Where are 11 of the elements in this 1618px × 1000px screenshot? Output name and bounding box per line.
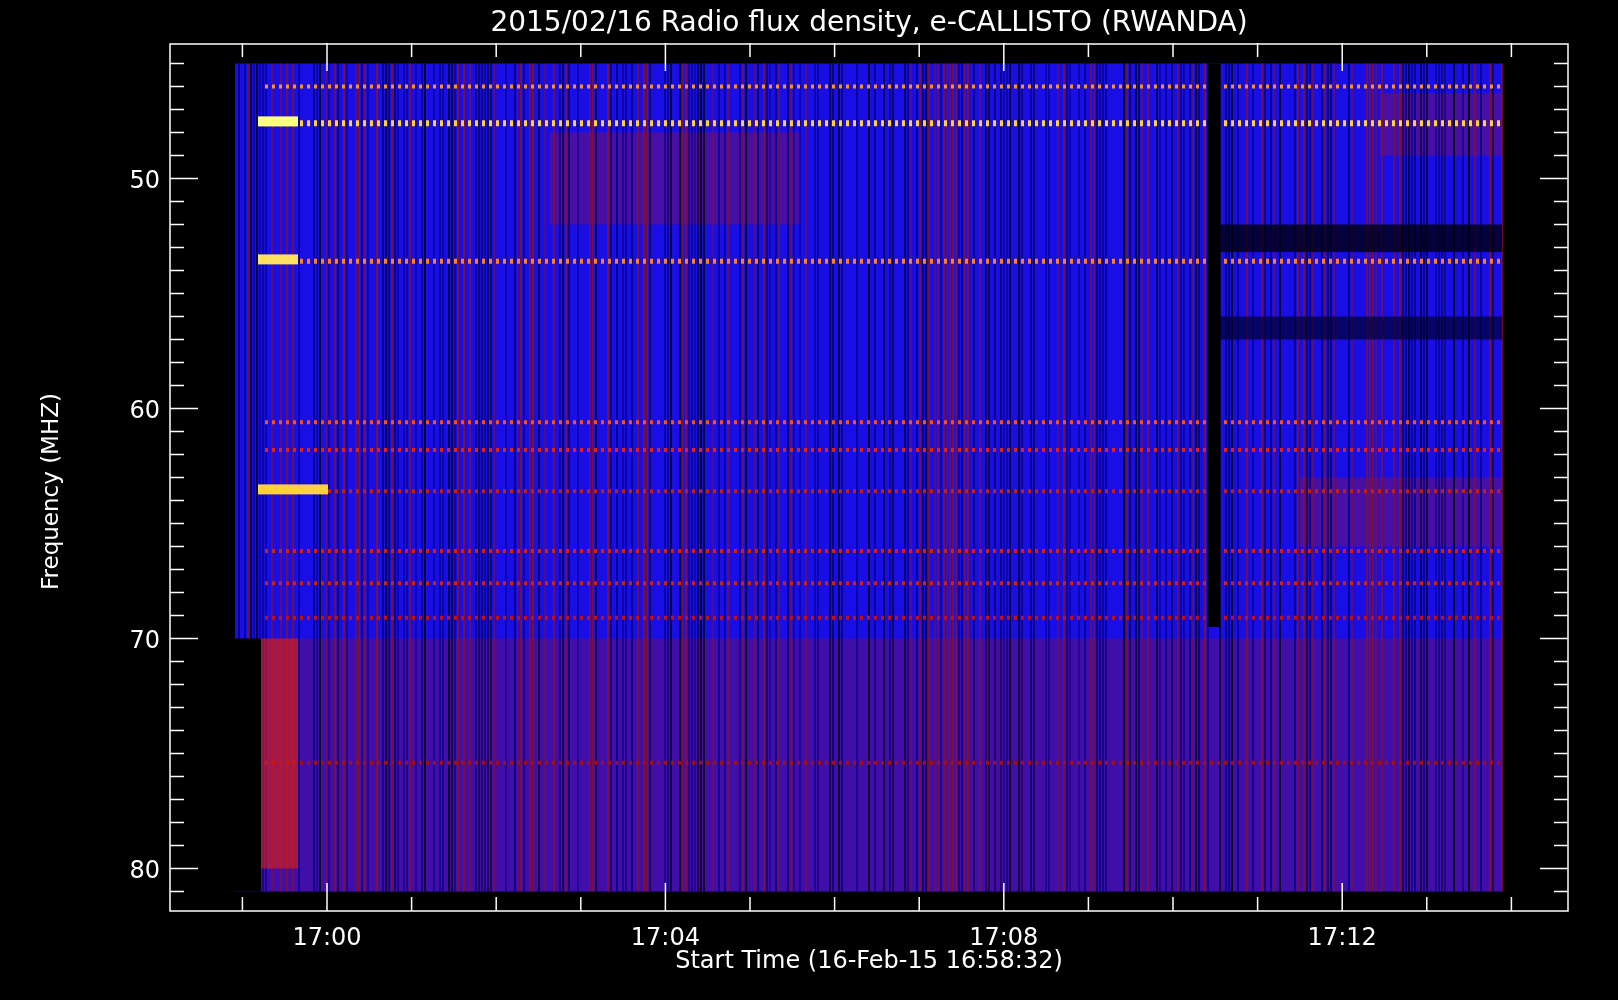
x-tick-label: 17:00 [292,923,362,948]
x-axis-title: Start Time (16-Feb-15 16:58:32) [675,948,1063,972]
y-tick-label: 50 [129,165,160,194]
y-axis-title: Frequency (MHZ) [38,393,62,590]
y-tick-label: 70 [129,625,160,654]
x-tick-label: 17:04 [630,923,700,948]
plot-title: 2015/02/16 Radio flux density, e-CALLISTO (RWANDA) [490,7,1248,36]
y-tick-label: 80 [129,855,160,884]
x-tick-label: 17:08 [969,923,1039,948]
x-tick-label: 17:12 [1307,923,1377,948]
y-tick-label: 60 [129,395,160,424]
